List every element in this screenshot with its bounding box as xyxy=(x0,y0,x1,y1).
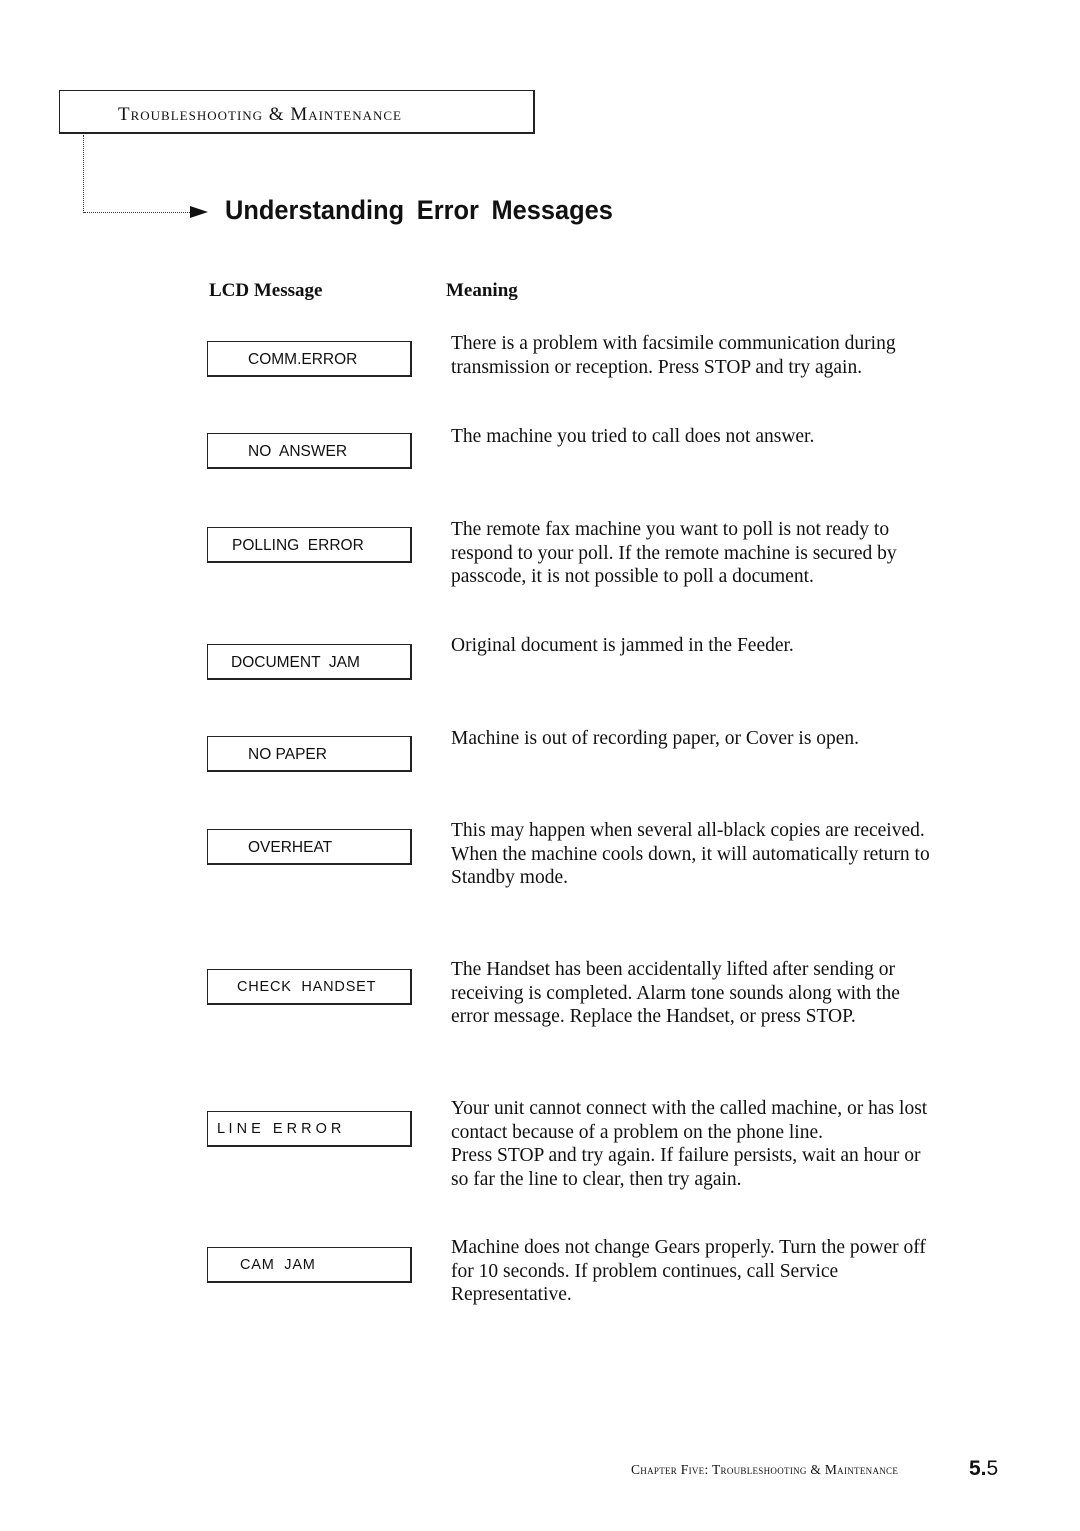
column-header-meaning: Meaning xyxy=(446,280,518,301)
lcd-message-box: NO PAPER xyxy=(207,736,412,772)
lcd-message-box: CAM JAM xyxy=(207,1247,412,1283)
lcd-message-text: COMM.ERROR xyxy=(248,351,358,368)
lcd-message-text: L I N E E R R O R xyxy=(217,1121,342,1137)
meaning-text: The Handset has been accidentally lifted… xyxy=(451,959,900,1027)
meaning-text: The remote fax machine you want to poll … xyxy=(451,519,897,587)
lcd-message-text: DOCUMENT JAM xyxy=(231,654,360,671)
lcd-message-box: POLLING ERROR xyxy=(207,527,412,563)
lcd-message-box: CHECK HANDSET xyxy=(207,969,412,1005)
footer-chapter-title: Chapter Five: Troubleshooting & Maintena… xyxy=(631,1462,899,1477)
section-header-box: Troubleshooting & Maintenance xyxy=(59,90,535,134)
page-number-page: 5 xyxy=(986,1457,999,1480)
column-header-lcd-message: LCD Message xyxy=(209,280,323,301)
lcd-message-box: COMM.ERROR xyxy=(207,341,412,377)
lcd-message-text: CHECK HANDSET xyxy=(237,979,377,995)
lcd-message-text: NO PAPER xyxy=(248,746,327,763)
page-number: 5.5 xyxy=(969,1457,998,1481)
arrow-right-icon xyxy=(190,206,208,218)
meaning-text: This may happen when several all-black c… xyxy=(451,820,930,888)
meaning-text: Machine does not change Gears properly. … xyxy=(451,1237,926,1305)
meaning-text: Original document is jammed in the Feede… xyxy=(451,635,794,656)
lcd-message-text: NO ANSWER xyxy=(248,443,348,460)
lcd-message-box: NO ANSWER xyxy=(207,433,412,469)
dotted-connector-vertical xyxy=(83,135,84,213)
lcd-message-text: POLLING ERROR xyxy=(232,537,364,554)
page-number-chapter: 5. xyxy=(969,1457,987,1480)
page-title: Understanding Error Messages xyxy=(225,195,613,225)
meaning-text: The machine you tried to call does not a… xyxy=(451,426,815,447)
meaning-text: Your unit cannot connect with the called… xyxy=(451,1098,928,1190)
lcd-message-text: OVERHEAT xyxy=(248,839,333,856)
lcd-message-text: CAM JAM xyxy=(240,1257,316,1273)
lcd-message-box: L I N E E R R O R xyxy=(207,1111,412,1147)
dotted-connector-horizontal xyxy=(84,212,192,213)
meaning-text: Machine is out of recording paper, or Co… xyxy=(451,728,860,749)
meaning-text: There is a problem with facsimile commun… xyxy=(451,333,896,378)
section-header-title: Troubleshooting & Maintenance xyxy=(118,104,402,125)
lcd-message-box: OVERHEAT xyxy=(207,829,412,865)
lcd-message-box: DOCUMENT JAM xyxy=(207,644,412,680)
